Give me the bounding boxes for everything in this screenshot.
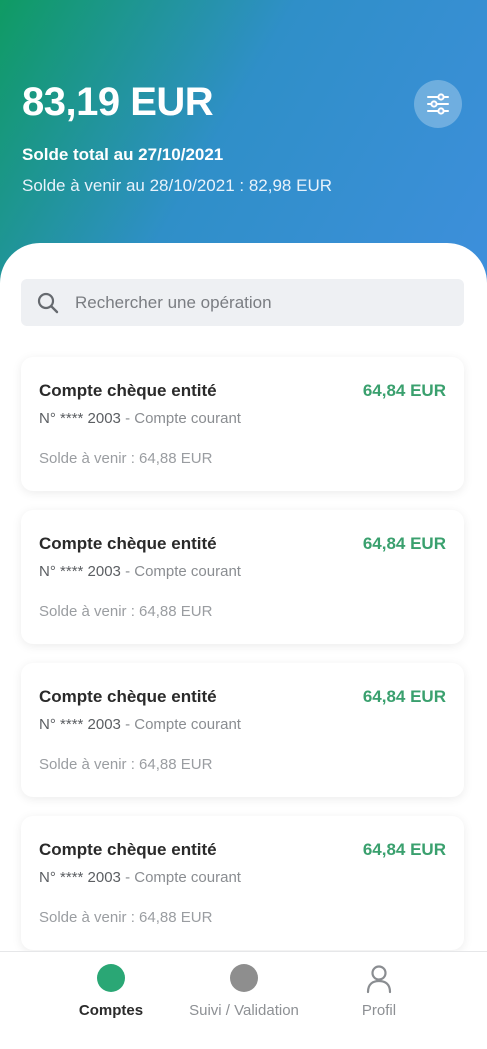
filter-button[interactable]	[414, 80, 462, 128]
account-type: - Compte courant	[120, 563, 241, 580]
tracking-dot-icon	[230, 964, 258, 992]
account-type: - Compte courant	[120, 716, 241, 733]
account-number-line: N° **** 2003 - Compte courant	[39, 869, 241, 886]
nav-item-suivi-validation[interactable]: Suivi / Validation	[174, 964, 314, 1019]
account-amount: 64,84 EUR	[362, 687, 446, 706]
nav-label-suivi-validation: Suivi / Validation	[189, 1002, 299, 1019]
account-number: **** 2003	[60, 410, 121, 427]
account-number-prefix: N°	[39, 869, 56, 886]
account-card[interactable]: Compte chèque entité 64,84 EUR N° **** 2…	[21, 510, 464, 644]
account-card[interactable]: Compte chèque entité 64,84 EUR N° **** 2…	[21, 663, 464, 797]
sliders-icon	[427, 93, 449, 115]
account-number: **** 2003	[60, 869, 121, 886]
upcoming-balance-label: Solde à venir au 28/10/2021 : 82,98 EUR	[22, 176, 332, 195]
total-balance-label: Solde total au 27/10/2021	[22, 145, 224, 164]
bottom-navigation: Comptes Suivi / Validation Profil	[0, 951, 487, 1049]
account-number-line: N° **** 2003 - Compte courant	[39, 563, 241, 580]
account-title: Compte chèque entité	[39, 381, 217, 400]
account-type: - Compte courant	[120, 410, 241, 427]
nav-item-comptes[interactable]: Comptes	[41, 964, 181, 1019]
account-title: Compte chèque entité	[39, 534, 217, 553]
account-title: Compte chèque entité	[39, 687, 217, 706]
account-number-prefix: N°	[39, 563, 56, 580]
search-icon	[35, 290, 61, 316]
account-amount: 64,84 EUR	[362, 840, 446, 859]
account-amount: 64,84 EUR	[362, 534, 446, 553]
search-bar[interactable]	[21, 279, 464, 326]
account-title: Compte chèque entité	[39, 840, 217, 859]
account-amount: 64,84 EUR	[362, 381, 446, 400]
account-number: **** 2003	[60, 563, 121, 580]
account-number-line: N° **** 2003 - Compte courant	[39, 716, 241, 733]
total-balance: 83,19 EUR	[22, 80, 214, 124]
account-card[interactable]: Compte chèque entité 64,84 EUR N° **** 2…	[21, 357, 464, 491]
account-upcoming-balance: Solde à venir : 64,88 EUR	[39, 450, 213, 467]
profile-icon	[366, 965, 392, 994]
nav-item-profil[interactable]: Profil	[309, 964, 449, 1019]
accounts-dot-icon	[97, 964, 125, 992]
account-type: - Compte courant	[120, 869, 241, 886]
search-input[interactable]	[75, 292, 435, 313]
account-number-prefix: N°	[39, 716, 56, 733]
account-upcoming-balance: Solde à venir : 64,88 EUR	[39, 756, 213, 773]
nav-label-profil: Profil	[361, 1002, 397, 1019]
nav-label-comptes: Comptes	[78, 1002, 144, 1019]
account-upcoming-balance: Solde à venir : 64,88 EUR	[39, 909, 213, 926]
account-number-prefix: N°	[39, 410, 56, 427]
account-card[interactable]: Compte chèque entité 64,84 EUR N° **** 2…	[21, 816, 464, 950]
account-number: **** 2003	[60, 716, 121, 733]
account-upcoming-balance: Solde à venir : 64,88 EUR	[39, 603, 213, 620]
account-number-line: N° **** 2003 - Compte courant	[39, 410, 241, 427]
